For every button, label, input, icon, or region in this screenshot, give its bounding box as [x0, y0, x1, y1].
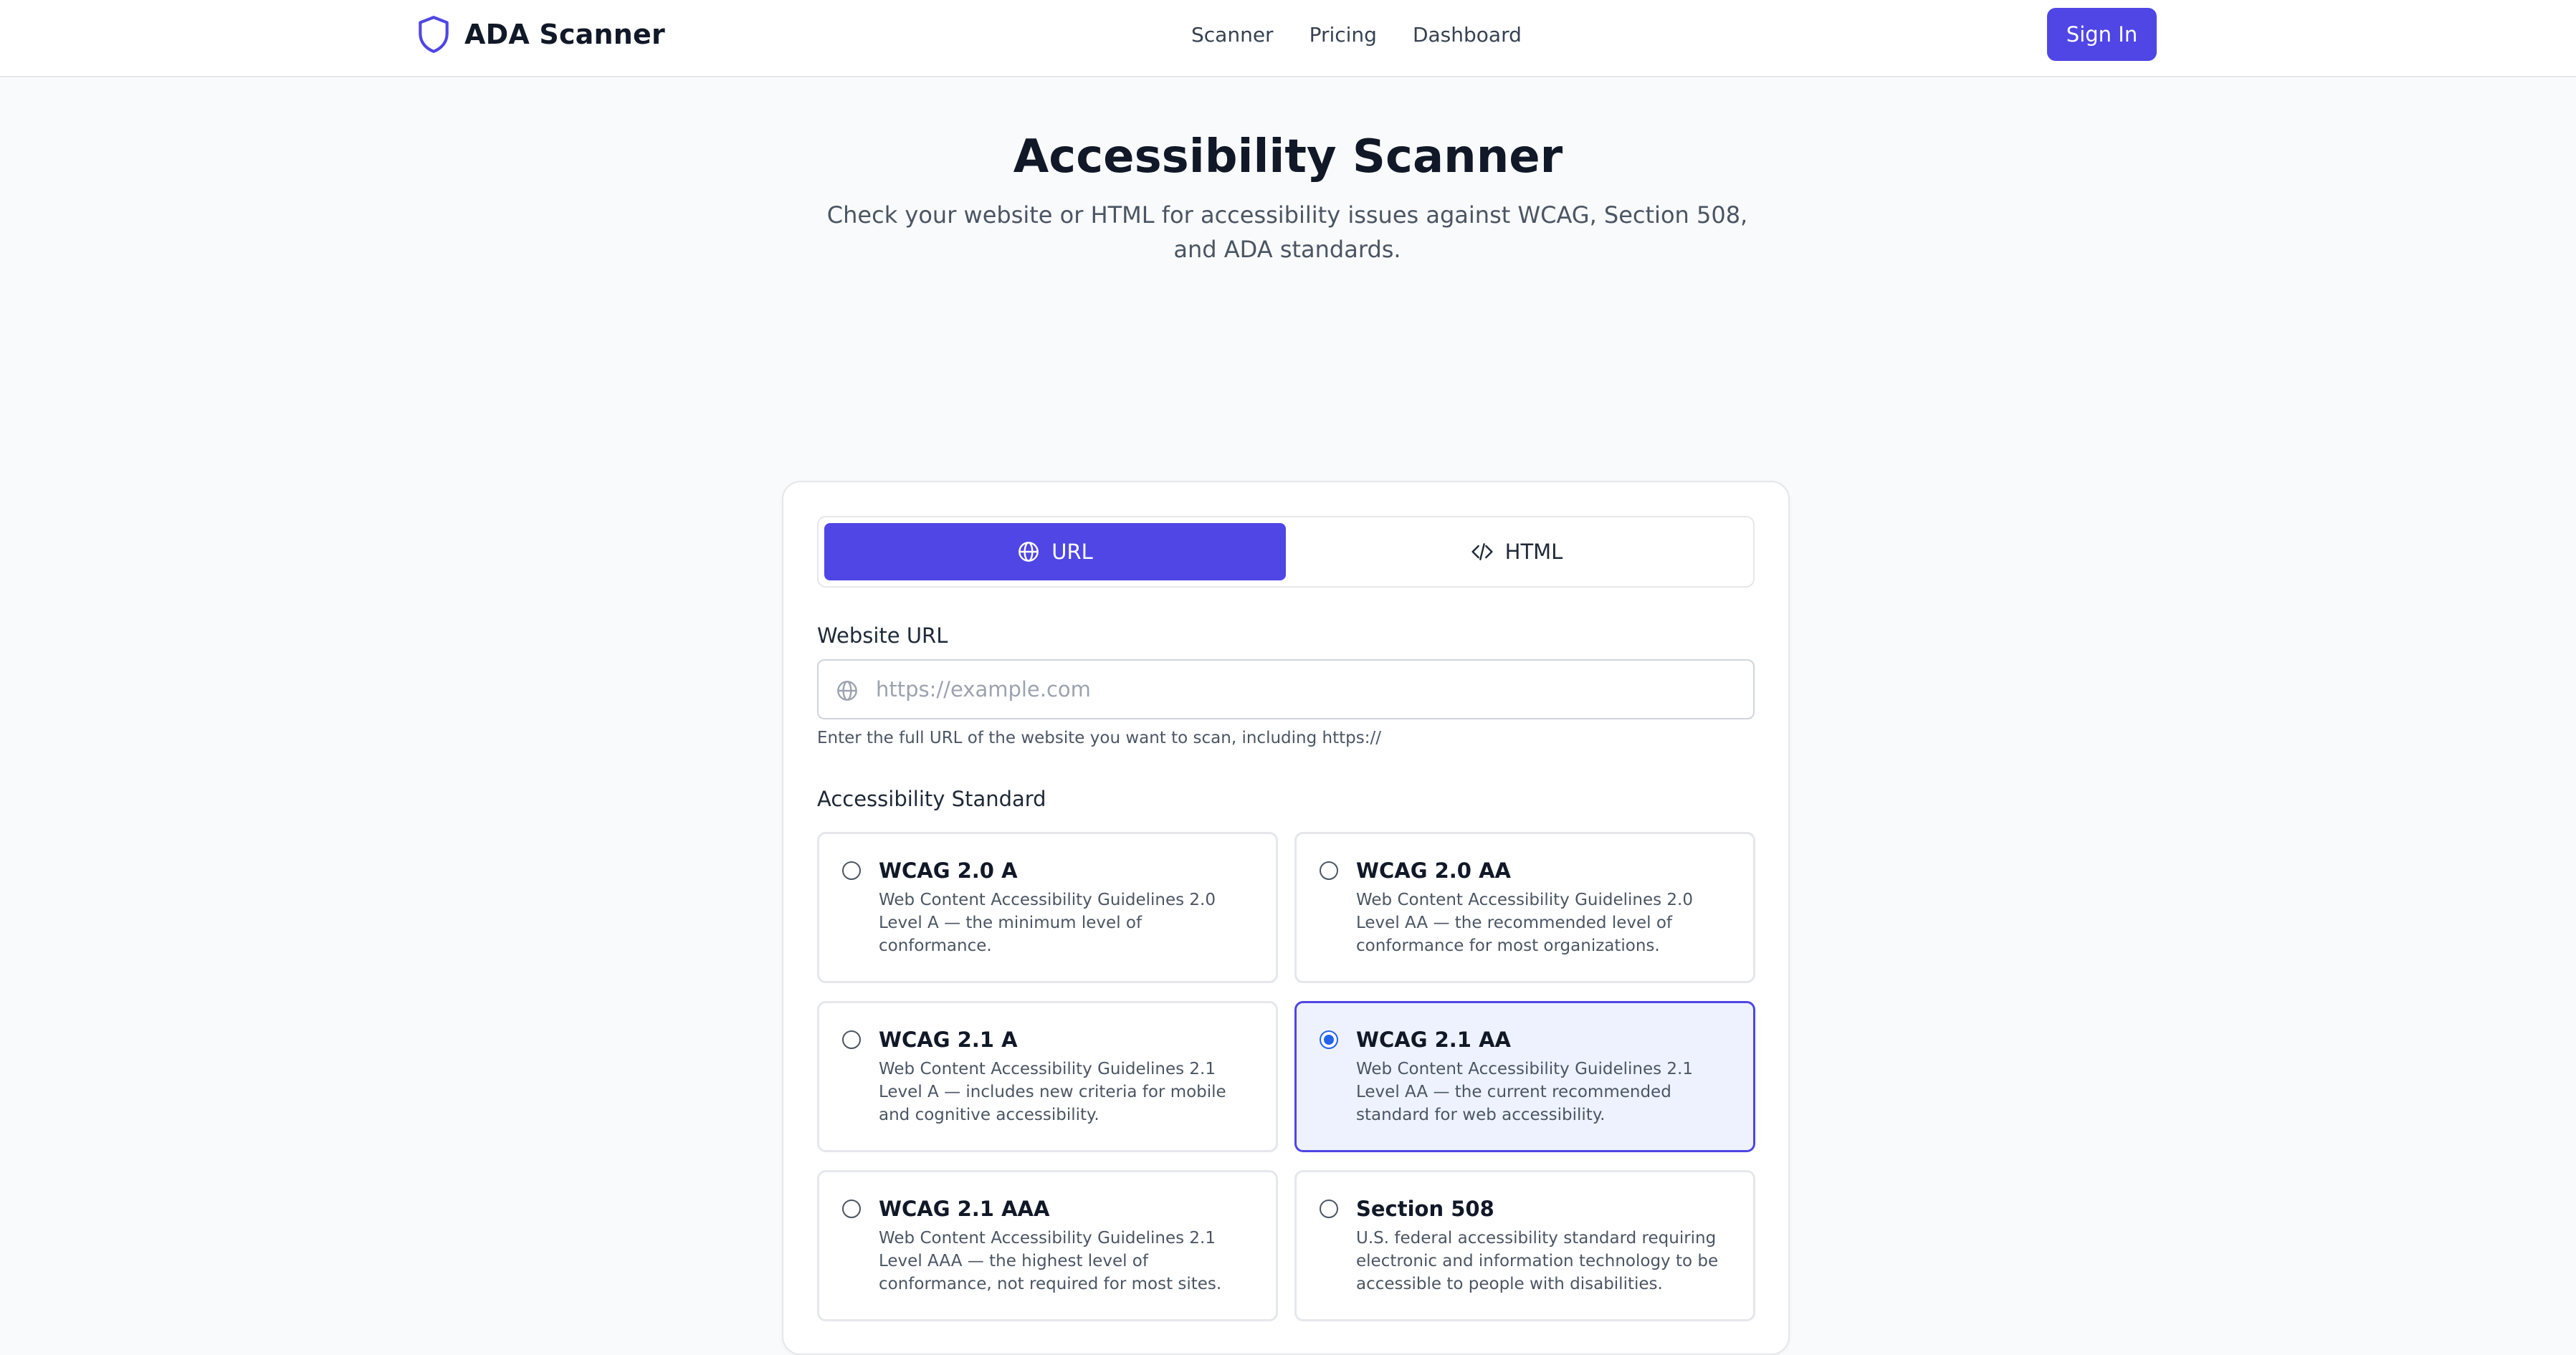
- standard-option-wcag21-aaa[interactable]: WCAG 2.1 AAA Web Content Accessibility G…: [817, 1170, 1278, 1321]
- nav-link-pricing[interactable]: Pricing: [1310, 20, 1377, 50]
- url-field-label: Website URL: [817, 623, 948, 648]
- standard-option-description: Web Content Accessibility Guidelines 2.1…: [1356, 1060, 1693, 1124]
- standard-option-title: WCAG 2.0 AA: [1356, 858, 1511, 883]
- radio-button[interactable]: [842, 1030, 861, 1049]
- standard-option-description: Web Content Accessibility Guidelines 2.1…: [879, 1060, 1226, 1124]
- input-mode-tabs: URL HTML: [817, 516, 1755, 588]
- standard-option-description: Web Content Accessibility Guidelines 2.1…: [879, 1229, 1222, 1293]
- globe-icon: [836, 679, 859, 702]
- radio-button[interactable]: [842, 861, 861, 880]
- standard-option-title: WCAG 2.1 AA: [1356, 1028, 1511, 1052]
- tab-html[interactable]: HTML: [1286, 523, 1747, 580]
- standard-option-title: Section 508: [1356, 1197, 1494, 1221]
- url-field: [817, 659, 1755, 719]
- globe-icon: [1017, 540, 1040, 563]
- standard-option-description: Web Content Accessibility Guidelines 2.0…: [879, 891, 1216, 955]
- standard-option-section-508[interactable]: Section 508 U.S. federal accessibility s…: [1294, 1170, 1755, 1321]
- standard-option-wcag20-a[interactable]: WCAG 2.0 A Web Content Accessibility Gui…: [817, 832, 1278, 983]
- brand-name: ADA Scanner: [464, 19, 665, 50]
- standard-option-wcag21-aa[interactable]: WCAG 2.1 AA Web Content Accessibility Gu…: [1294, 1001, 1755, 1152]
- brand[interactable]: ADA Scanner: [416, 14, 665, 54]
- tab-url[interactable]: URL: [824, 523, 1286, 580]
- standard-option-description: Web Content Accessibility Guidelines 2.0…: [1356, 891, 1693, 955]
- tab-html-label: HTML: [1504, 540, 1563, 564]
- nav-link-scanner[interactable]: Scanner: [1191, 20, 1274, 50]
- nav-link-dashboard[interactable]: Dashboard: [1413, 20, 1522, 50]
- radio-button-selected[interactable]: [1320, 1030, 1338, 1049]
- standard-option-title: WCAG 2.1 A: [879, 1028, 1018, 1052]
- main-nav: Scanner Pricing Dashboard: [1191, 20, 1522, 50]
- url-input[interactable]: [876, 668, 1736, 711]
- page-subtitle: Check your website or HTML for accessibi…: [826, 201, 1748, 263]
- standard-option-title: WCAG 2.0 A: [879, 858, 1018, 883]
- radio-button[interactable]: [1320, 1200, 1338, 1218]
- standard-option-title: WCAG 2.1 AAA: [879, 1197, 1050, 1221]
- standard-option-wcag21-a[interactable]: WCAG 2.1 A Web Content Accessibility Gui…: [817, 1001, 1278, 1152]
- sign-in-button[interactable]: Sign In: [2047, 8, 2157, 61]
- standard-option-description: U.S. federal accessibility standard requ…: [1356, 1229, 1719, 1293]
- shield-icon: [416, 14, 452, 54]
- standard-section-label: Accessibility Standard: [817, 787, 1046, 811]
- radio-button[interactable]: [842, 1200, 861, 1218]
- page-title: Accessibility Scanner: [1013, 130, 1563, 183]
- tab-url-label: URL: [1051, 540, 1093, 564]
- standard-option-wcag20-aa[interactable]: WCAG 2.0 AA Web Content Accessibility Gu…: [1294, 832, 1755, 983]
- radio-button[interactable]: [1320, 861, 1338, 880]
- url-field-hint: Enter the full URL of the website you wa…: [817, 729, 1381, 747]
- code-icon: [1471, 540, 1494, 563]
- top-navbar: ADA Scanner Scanner Pricing Dashboard Si…: [0, 0, 2576, 77]
